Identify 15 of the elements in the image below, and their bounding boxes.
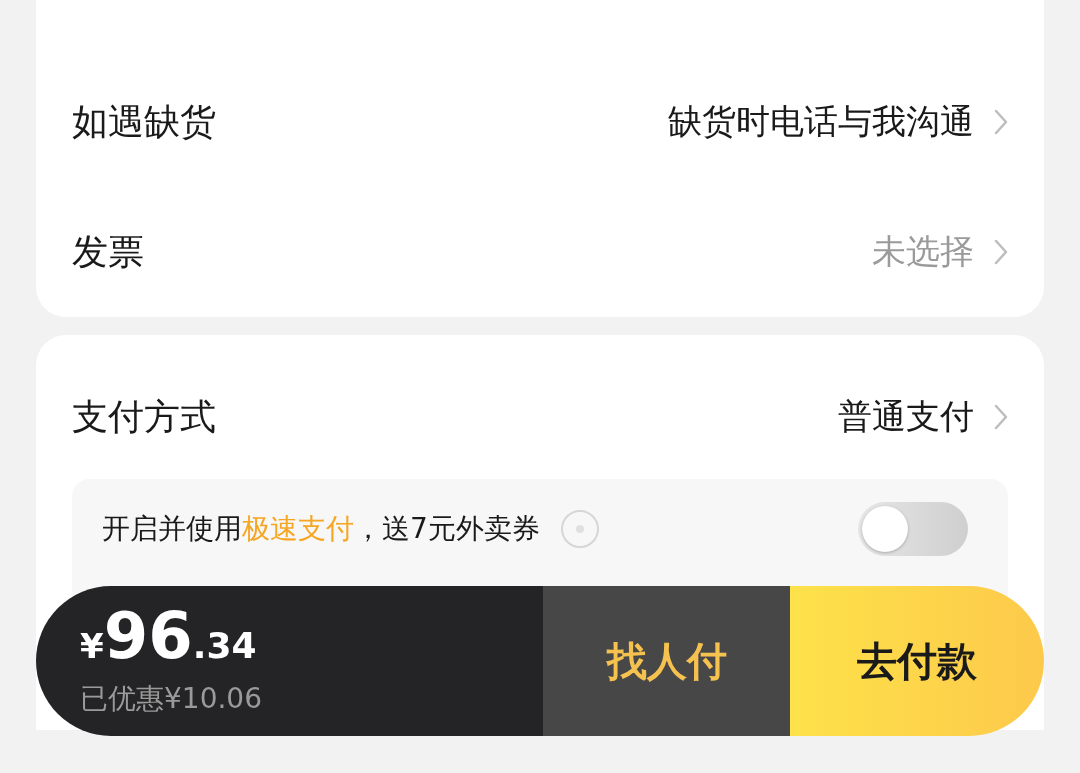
row-label: 发票 — [72, 229, 145, 274]
pay-button[interactable]: 去付款 — [790, 586, 1044, 736]
total-price: ¥96.34 — [80, 604, 258, 668]
row-value[interactable]: 缺货时电话与我沟通 — [668, 99, 974, 145]
chevron-right-icon — [994, 109, 1008, 135]
promo-text: 开启并使用极速支付，送7元外卖券 — [102, 511, 540, 547]
discount-text: 已优惠¥10.06 — [80, 681, 263, 717]
toggle-switch[interactable] — [858, 502, 968, 556]
row-value[interactable]: 普通支付 — [838, 394, 974, 440]
chevron-right-icon — [994, 404, 1008, 430]
row-label: 如遇缺货 — [72, 99, 217, 144]
info-icon[interactable] — [559, 509, 600, 549]
row-label: 支付方式 — [72, 394, 217, 439]
find-payer-button[interactable]: 找人付 — [543, 586, 790, 736]
chevron-right-icon — [994, 239, 1008, 265]
